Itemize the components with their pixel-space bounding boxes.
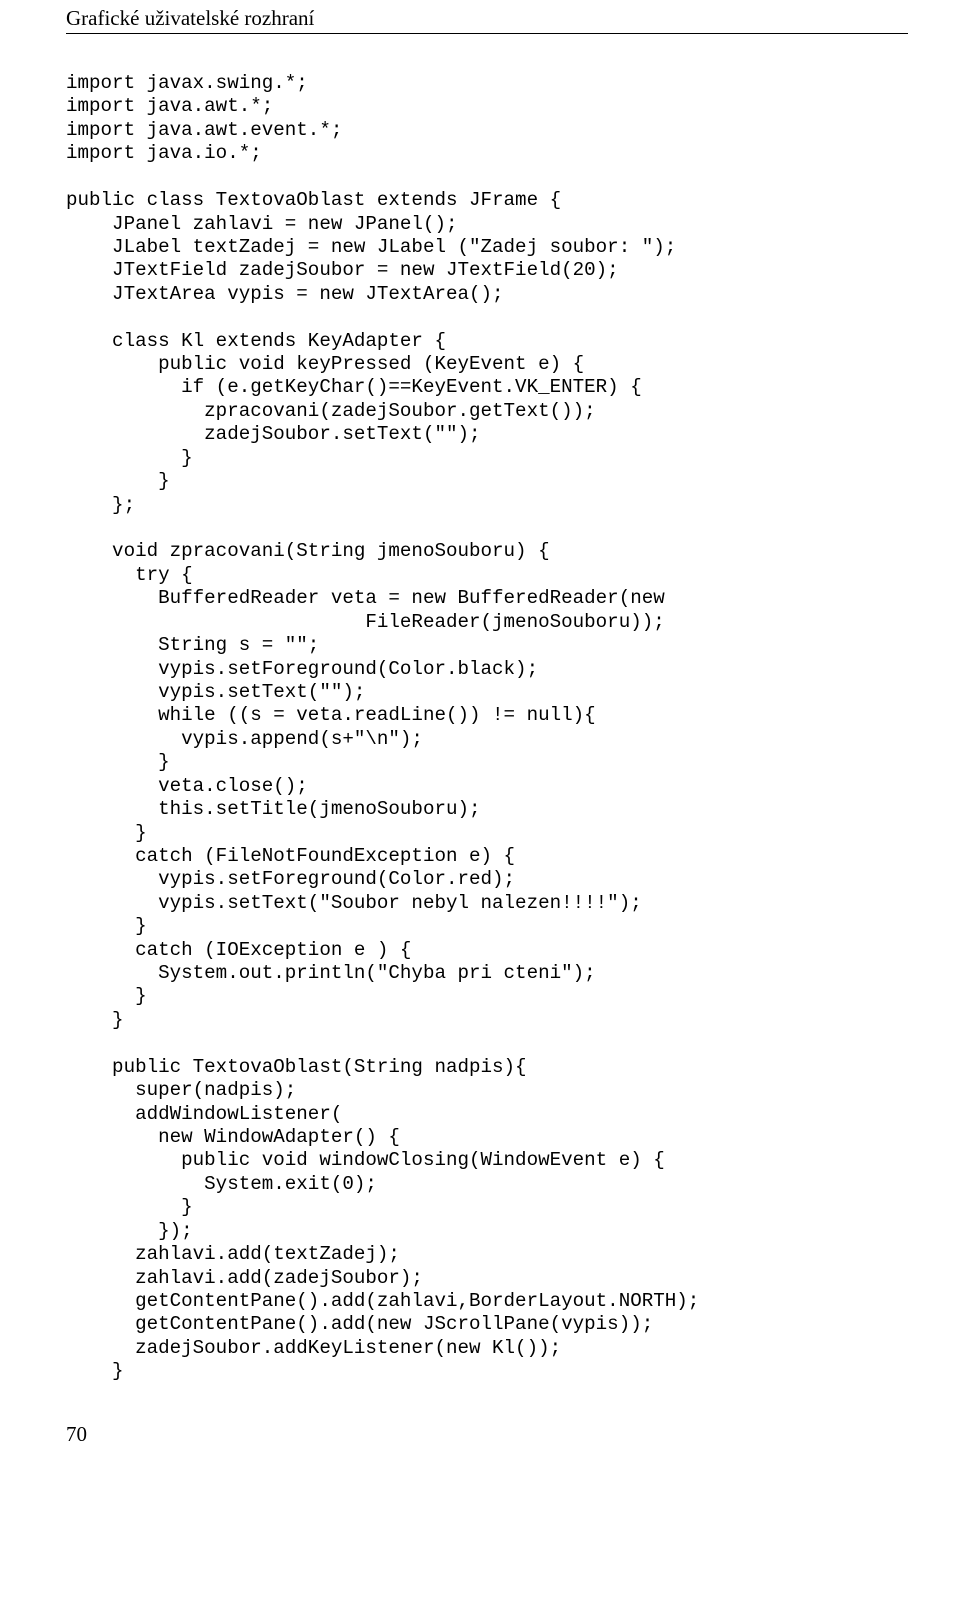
header-rule [66,33,908,34]
page-number: 70 [66,1384,908,1447]
document-page: Grafické uživatelské rozhraní import jav… [0,0,960,1487]
code-listing: import javax.swing.*; import java.awt.*;… [66,72,908,1384]
page-header: Grafické uživatelské rozhraní [66,0,908,33]
